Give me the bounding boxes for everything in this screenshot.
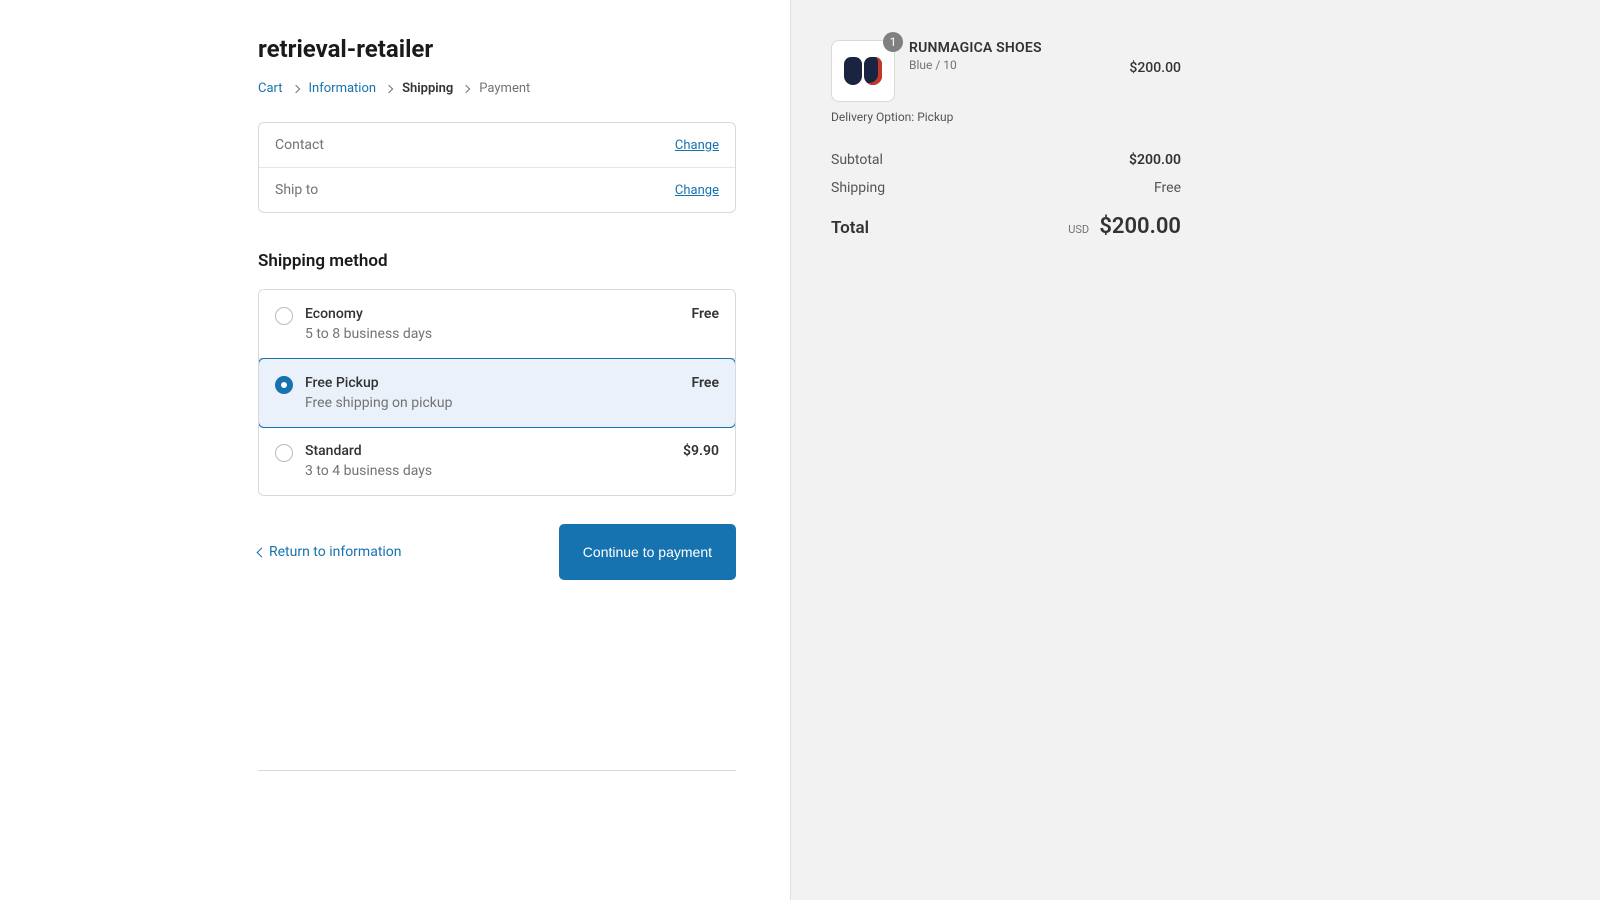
review-shipto-row: Ship to Change (259, 167, 735, 212)
option-title: Standard (305, 443, 683, 459)
chevron-right-icon (291, 84, 299, 92)
product-price: $200.00 (1129, 60, 1181, 76)
option-price: $9.90 (683, 443, 719, 459)
radio-icon (275, 444, 293, 462)
product-thumb-wrap: 1 (831, 40, 895, 102)
continue-to-payment-button[interactable]: Continue to payment (559, 524, 736, 580)
footer-divider (258, 770, 736, 771)
subtotal-value: $200.00 (1129, 152, 1181, 168)
shipping-options: Economy 5 to 8 business days Free Free P… (258, 289, 736, 496)
option-sub: 5 to 8 business days (305, 326, 692, 342)
store-name: retrieval-retailer (258, 35, 790, 63)
product-delivery-option: Delivery Option: Pickup (831, 110, 1129, 124)
chevron-left-icon (257, 547, 267, 557)
shoe-icon (864, 57, 882, 85)
option-price: Free (692, 375, 720, 391)
back-link-label: Return to information (269, 544, 402, 560)
chevron-right-icon (385, 84, 393, 92)
actions-row: Return to information Continue to paymen… (258, 524, 736, 580)
subtotal-label: Subtotal (831, 152, 883, 168)
shoe-icon (844, 57, 862, 85)
subtotal-row: Subtotal $200.00 (831, 146, 1181, 174)
order-totals: Subtotal $200.00 Shipping Free Total USD… (831, 146, 1181, 245)
crumb-cart[interactable]: Cart (258, 81, 283, 96)
breadcrumb: Cart Information Shipping Payment (258, 81, 790, 96)
shipping-option-economy[interactable]: Economy 5 to 8 business days Free (259, 290, 735, 359)
option-sub: Free shipping on pickup (305, 395, 692, 411)
radio-icon (275, 376, 293, 394)
quantity-badge: 1 (883, 32, 903, 52)
total-label: Total (831, 218, 869, 238)
review-contact-row: Contact Change (259, 123, 735, 167)
change-contact-link[interactable]: Change (675, 138, 719, 153)
shipping-value: Free (1154, 180, 1181, 196)
currency-code: USD (1068, 223, 1089, 236)
shipto-label: Ship to (275, 182, 345, 198)
radio-icon (275, 307, 293, 325)
cart-line-item: 1 RUNMAGICA SHOES Blue / 10 Delivery Opt… (831, 40, 1181, 124)
total-row: Total USD $200.00 (831, 202, 1181, 245)
crumb-shipping: Shipping (402, 81, 453, 96)
option-price: Free (692, 306, 720, 322)
chevron-right-icon (462, 84, 470, 92)
option-title: Free Pickup (305, 375, 692, 391)
shipping-label: Shipping (831, 180, 885, 196)
option-title: Economy (305, 306, 692, 322)
crumb-payment: Payment (479, 81, 530, 96)
option-sub: 3 to 4 business days (305, 463, 683, 479)
review-box: Contact Change Ship to Change (258, 122, 736, 213)
return-to-information-link[interactable]: Return to information (258, 544, 402, 560)
product-variant: Blue / 10 (909, 58, 1129, 72)
shipping-row: Shipping Free (831, 174, 1181, 202)
product-name: RUNMAGICA SHOES (909, 40, 1129, 56)
shipping-option-free-pickup[interactable]: Free Pickup Free shipping on pickup Free (258, 358, 736, 428)
shipping-option-standard[interactable]: Standard 3 to 4 business days $9.90 (259, 427, 735, 495)
contact-label: Contact (275, 137, 345, 153)
total-value: $200.00 (1099, 214, 1181, 239)
crumb-information[interactable]: Information (309, 81, 377, 96)
shipping-method-heading: Shipping method (258, 251, 790, 271)
change-shipto-link[interactable]: Change (675, 183, 719, 198)
